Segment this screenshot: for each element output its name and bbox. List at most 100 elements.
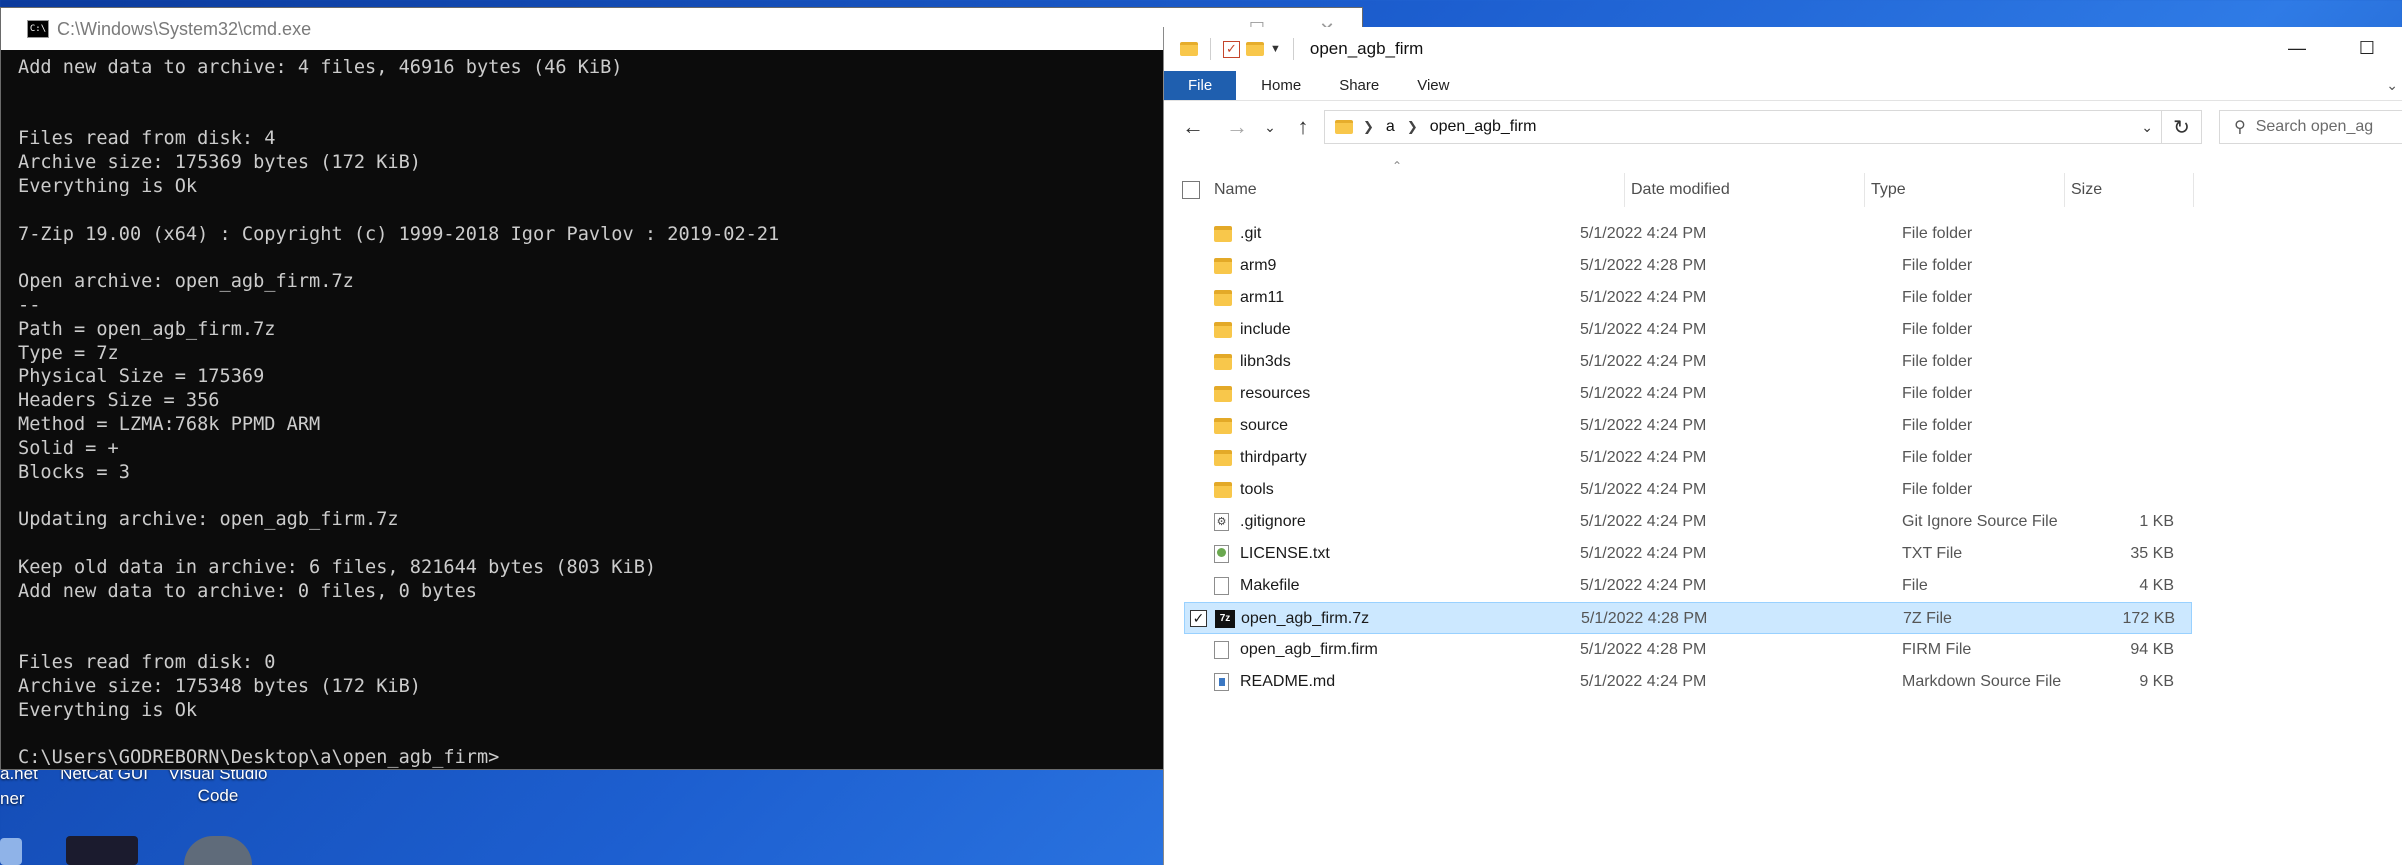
file-row[interactable]: open_agb_firm.firm 5/1/2022 4:28 PM FIRM F… [1184, 634, 2192, 666]
tab-home[interactable]: Home [1242, 71, 1320, 100]
vscode-icon[interactable] [184, 836, 252, 865]
file-row[interactable]: tools 5/1/2022 4:24 PM File folder [1184, 474, 2192, 506]
file-name: .gitignore [1240, 513, 1306, 530]
file-name: thirdparty [1240, 449, 1307, 466]
folder-icon [1214, 226, 1232, 242]
folder-icon [1214, 290, 1232, 306]
file-row[interactable]: source 5/1/2022 4:24 PM File folder [1184, 410, 2192, 442]
file-type: File [1902, 577, 1928, 594]
file-size [2064, 474, 2174, 506]
file-row[interactable]: ✓ 7z open_agb_firm.7z 5/1/2022 4:28 PM 7Z Fi… [1184, 602, 2192, 634]
folder-icon [1214, 482, 1232, 498]
console-line: Archive size: 175369 bytes (172 KiB) [18, 152, 421, 174]
console-output[interactable]: Add new data to archive: 4 files, 46916 … [1, 50, 1164, 769]
forward-arrow-icon[interactable]: → [1222, 114, 1252, 140]
file-row[interactable]: Makefile 5/1/2022 4:24 PM File 4 KB [1184, 570, 2192, 602]
console-line: Open archive: open_agb_firm.7z [18, 271, 354, 293]
file-name: open_agb_firm.7z [1241, 610, 1370, 627]
row-checkbox[interactable]: ✓ [1190, 610, 1207, 627]
console-line: Archive size: 175348 bytes (172 KiB) [18, 675, 421, 697]
file-type: File folder [1902, 417, 1973, 434]
file-name: arm9 [1240, 257, 1277, 274]
maximize-button[interactable]: ☐ [2332, 27, 2402, 69]
file-date-modified: 5/1/2022 4:28 PM [1580, 257, 1707, 274]
file-type: File folder [1902, 385, 1973, 402]
column-type-label: Type [1871, 181, 1906, 198]
file-size [2064, 250, 2174, 282]
file-row[interactable]: arm11 5/1/2022 4:24 PM File folder [1184, 282, 2192, 314]
expand-ribbon-icon[interactable]: ⌄ [2386, 77, 2398, 94]
breadcrumb-a[interactable]: a [1386, 118, 1395, 136]
column-type[interactable]: Type [1864, 173, 2064, 207]
file-size [2064, 314, 2174, 346]
file-row[interactable]: LICENSE.txt 5/1/2022 4:24 PM TXT File 35 KB [1184, 538, 2192, 570]
file-size [2064, 346, 2174, 378]
recent-locations-chevron-icon[interactable]: ⌄ [1262, 119, 1278, 136]
tab-file[interactable]: File [1164, 71, 1237, 100]
search-input[interactable]: ⚲ Search open_ag [2219, 110, 2402, 144]
file-row[interactable]: thirdparty 5/1/2022 4:24 PM File folder [1184, 442, 2192, 474]
file-date-modified: 5/1/2022 4:24 PM [1580, 513, 1707, 530]
file-name: Makefile [1240, 577, 1300, 594]
folder-icon [1335, 120, 1353, 134]
file-row[interactable]: libn3ds 5/1/2022 4:24 PM File folder [1184, 346, 2192, 378]
breadcrumb-open-agb-firm[interactable]: open_agb_firm [1430, 118, 1537, 136]
file-date-modified: 5/1/2022 4:24 PM [1580, 353, 1707, 370]
explorer-titlebar[interactable]: ✓ ▼ open_agb_firm — ☐ [1164, 27, 2402, 71]
file-type: 7Z File [1903, 610, 1952, 627]
file-type: Git Ignore Source File [1902, 513, 2058, 530]
column-date-modified[interactable]: Date modified [1624, 173, 1864, 207]
column-size-label: Size [2071, 181, 2103, 198]
new-folder-icon[interactable] [1246, 42, 1264, 56]
window-title: open_agb_firm [1309, 39, 1424, 58]
file-row[interactable]: .git 5/1/2022 4:24 PM File folder [1184, 218, 2192, 250]
refresh-button[interactable]: ↻ [2162, 110, 2202, 144]
back-arrow-icon[interactable]: ← [1178, 114, 1208, 140]
file-name: source [1240, 417, 1289, 434]
folder-icon [1214, 322, 1232, 338]
file-row[interactable]: README.md 5/1/2022 4:24 PM Markdown Source… [1184, 666, 2192, 698]
file-row[interactable]: resources 5/1/2022 4:24 PM File folder [1184, 378, 2192, 410]
file-row[interactable]: arm9 5/1/2022 4:28 PM File folder [1184, 250, 2192, 282]
console-line: Keep old data in archive: 6 files, 82164… [18, 556, 657, 578]
up-arrow-icon[interactable]: ↑ [1288, 114, 1318, 140]
cmd-window[interactable]: C:\ C:\Windows\System32\cmd.exe — ☐ ✕ Ad… [0, 7, 1363, 770]
column-size[interactable]: Size [2064, 173, 2194, 207]
select-all-checkbox[interactable] [1182, 181, 1200, 199]
address-history-chevron-icon[interactable]: ⌄ [2141, 119, 2153, 136]
file-type: FIRM File [1902, 641, 1972, 658]
file-icon [1214, 577, 1229, 595]
file-date-modified: 5/1/2022 4:24 PM [1580, 289, 1707, 306]
file-icon [1214, 641, 1229, 659]
file-row[interactable]: include 5/1/2022 4:24 PM File folder [1184, 314, 2192, 346]
navigation-bar: ← → ⌄ ↑ ❯ a ❯ open_agb_firm ⌄ ↻ ⚲ Search… [1164, 101, 2402, 153]
breadcrumb-separator-icon[interactable]: ❯ [1407, 119, 1418, 135]
tab-share[interactable]: Share [1320, 71, 1398, 100]
properties-icon[interactable]: ✓ [1223, 40, 1240, 58]
netcat-gui-icon[interactable] [66, 836, 138, 865]
tab-view[interactable]: View [1398, 71, 1468, 100]
folder-icon [1180, 42, 1198, 56]
customize-toolbar-icon[interactable]: ▼ [1270, 43, 1281, 55]
column-name[interactable]: Name [1208, 173, 1588, 207]
file-size [2064, 442, 2174, 474]
gitignore-file-icon: ⚙ [1214, 513, 1229, 531]
7z-archive-icon: 7z [1215, 610, 1235, 628]
breadcrumb-separator-icon[interactable]: ❯ [1363, 119, 1374, 135]
file-date-modified: 5/1/2022 4:24 PM [1580, 577, 1707, 594]
minimize-button[interactable]: — [2262, 27, 2332, 69]
console-line: Solid = + [18, 437, 119, 459]
explorer-window[interactable]: ✓ ▼ open_agb_firm — ☐ File Home Share Vi… [1163, 27, 2402, 865]
cmd-titlebar[interactable]: C:\ C:\Windows\System32\cmd.exe — ☐ ✕ [1, 8, 1362, 50]
file-name: tools [1240, 481, 1274, 498]
desktop-icon[interactable] [0, 838, 22, 865]
file-row[interactable]: ⚙ .gitignore 5/1/2022 4:24 PM Git Ignore So… [1184, 506, 2192, 538]
address-bar[interactable]: ❯ a ❯ open_agb_firm ⌄ [1324, 110, 2162, 144]
console-line: Everything is Ok [18, 699, 198, 721]
